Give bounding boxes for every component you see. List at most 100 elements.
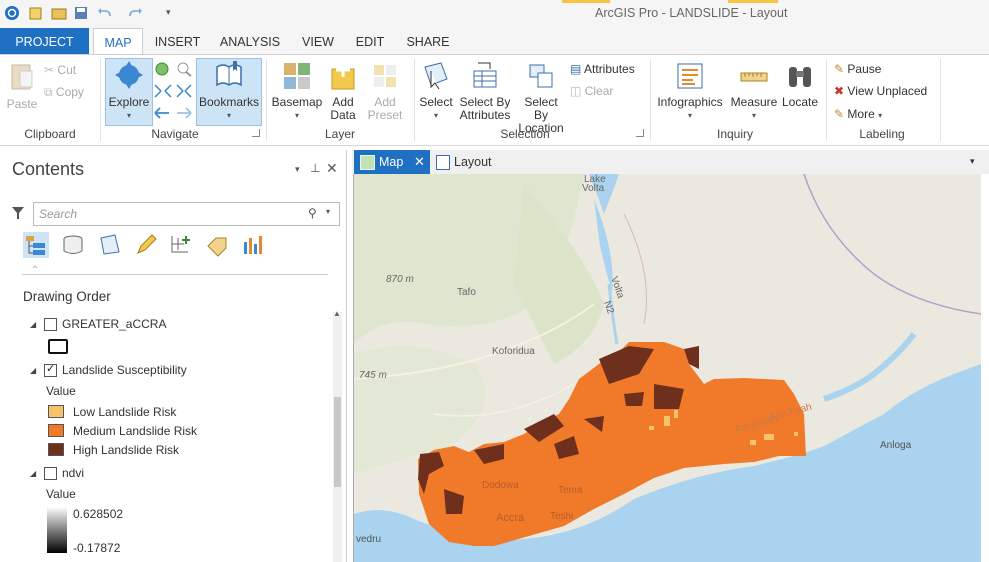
expand-triangle-icon[interactable]: ◢ [30,320,36,329]
chevron-down-icon: ▾ [126,111,131,120]
infographics-icon [677,63,703,89]
full-extent-icon[interactable] [153,61,171,77]
basemap-button[interactable]: Basemap ▾ [270,61,324,122]
map-label: Koforidua [492,346,535,357]
tab-layout-view[interactable]: Layout [434,150,514,174]
map-label: Tema [558,485,583,496]
pause-labeling-button[interactable]: ✎ Pause [834,60,881,78]
select-by-attributes-button[interactable]: Select By Attributes [456,61,514,122]
clear-button[interactable]: ◫ Clear [570,82,613,100]
add-data-label-2: Data [330,108,356,122]
redo-icon[interactable] [128,5,144,21]
paste-button[interactable]: Paste [3,61,41,111]
tab-project[interactable]: PROJECT [0,28,89,54]
map-view[interactable]: Lake Volta 870 m Tafo Koforidua 745 m Vo… [353,174,981,562]
copy-button[interactable]: ⧉ Copy [44,83,84,101]
tab-view[interactable]: VIEW [296,28,340,54]
filter-icon[interactable] [11,206,25,220]
layer-visibility-checkbox[interactable] [44,467,57,480]
search-input[interactable]: Search ⚲ ▾ [33,202,340,226]
ndvi-stretch-ramp[interactable] [47,507,67,553]
map-canvas[interactable] [354,174,981,562]
map-label: Anloga [880,440,912,451]
tab-share[interactable]: SHARE [402,28,454,54]
layer-visibility-checkbox[interactable]: ✓ [44,363,57,377]
open-project-icon[interactable] [51,5,67,21]
new-project-icon[interactable] [28,5,44,21]
view-unplaced-button[interactable]: ✖ View Unplaced [834,82,927,100]
tab-edit[interactable]: EDIT [350,28,390,54]
map-label: 745 m [359,370,387,381]
list-by-charts-icon[interactable] [240,232,266,258]
divider [22,274,328,275]
layer-name[interactable]: Landslide Susceptibility [62,363,187,377]
layer-name[interactable]: GREATER_aCCRA [62,317,166,331]
search-placeholder: Search [39,207,78,221]
list-by-selection-icon[interactable] [97,232,123,258]
polygon-symbol[interactable] [48,339,68,354]
list-by-data-source-icon[interactable] [60,232,86,258]
customize-quick-access-icon[interactable]: ▾ [166,7,171,18]
selection-dialog-launcher-icon[interactable] [636,129,644,137]
attributes-button[interactable]: ▤ Attributes [570,60,635,78]
legend-swatch-high[interactable] [48,443,64,456]
copy-icon: ⧉ [44,85,53,99]
close-icon[interactable]: ✕ [414,150,425,174]
layer-name[interactable]: ndvi [62,466,84,480]
legend-swatch-low[interactable] [48,405,64,418]
tab-insert[interactable]: INSERT [150,28,205,54]
basemap-label: Basemap [271,95,323,109]
tab-map[interactable]: MAP [93,28,143,55]
undo-icon[interactable] [96,5,112,21]
ribbon: Paste ✂ Cut ⧉ Copy Clipboard Explore ▾ B… [0,54,989,146]
zoom-arrows-icon[interactable] [153,83,193,99]
title-bar: ▾ ArcGIS Pro - LANDSLIDE - Layout [0,0,989,28]
tab-analysis[interactable]: ANALYSIS [218,28,282,54]
ruler-icon [740,72,768,82]
chevron-down-icon[interactable]: ▾ [326,207,330,216]
list-by-labeling-icon[interactable] [204,232,230,258]
navigate-dialog-launcher-icon[interactable] [252,129,260,137]
chevron-down-icon: ▾ [878,111,883,120]
layer-group-label: Layer [324,127,356,141]
expand-triangle-icon[interactable]: ◢ [30,469,36,478]
scroll-up-icon[interactable]: ▲ [333,309,341,318]
view-unplaced-label: View Unplaced [847,84,928,98]
explore-button[interactable]: Explore ▾ [105,58,153,126]
contents-pane: Contents ▾ ⊥ ✕ Search ⚲ ▾ ⌃ Drawing Orde… [0,150,347,562]
list-by-drawing-order-icon[interactable] [23,232,49,258]
scrollbar[interactable]: ▲ [333,309,342,562]
layer-visibility-checkbox[interactable] [44,318,57,331]
pane-options-icon[interactable]: ▾ [295,164,300,175]
save-icon[interactable] [73,5,89,21]
map-label: 870 m [386,274,414,285]
select-button[interactable]: Select ▾ [418,61,454,122]
infographics-button[interactable]: Infographics ▾ [654,61,726,122]
tab-map-view[interactable]: Map ✕ [354,150,430,174]
pin-icon[interactable]: ⊥ [310,161,320,175]
expand-triangle-icon[interactable]: ◢ [30,366,36,375]
list-by-snapping-icon[interactable] [168,232,194,258]
bookmarks-button[interactable]: Bookmarks ▾ [196,58,262,126]
scrollbar-thumb[interactable] [334,397,341,487]
select-by-location-button[interactable]: Select By Location [516,61,566,135]
add-data-button[interactable]: Add Data [326,61,360,122]
list-by-editing-icon[interactable] [133,232,159,258]
drawing-order-heading: Drawing Order [23,289,111,304]
add-preset-button[interactable]: Add Preset [364,61,406,122]
measure-button[interactable]: Measure ▾ [730,61,778,122]
paste-icon [11,64,33,90]
chevron-down-icon[interactable]: ▾ [970,156,975,167]
search-icon[interactable]: ⚲ [308,206,317,220]
chevron-down-icon: ▾ [433,111,438,120]
fixed-zoom-icon[interactable] [175,61,193,77]
previous-next-extent-icon[interactable] [153,105,193,121]
legend-swatch-medium[interactable] [48,424,64,437]
group-separator [100,59,101,141]
more-labeling-button[interactable]: ✎ More ▾ [834,105,882,123]
cut-button[interactable]: ✂ Cut [44,61,76,79]
close-icon[interactable]: ✕ [326,160,338,177]
map-tab-label: Map [379,155,404,169]
locate-button[interactable]: Locate [780,61,820,109]
scissors-icon: ✂ [44,63,55,77]
